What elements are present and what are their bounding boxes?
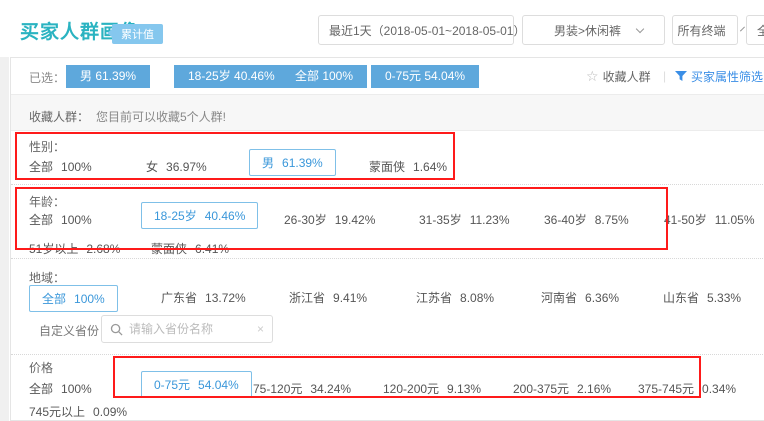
date-range-picker[interactable]: 最近1天（2018-05-01~2018-05-01） 15 <box>318 15 514 45</box>
filter-option-region-shandong[interactable]: 山东省5.33% <box>663 289 741 306</box>
funnel-filter-icon <box>675 70 687 82</box>
clipped-select[interactable]: 全部 <box>746 15 764 45</box>
selected-tag-price[interactable]: 0-75元 54.04% <box>371 65 479 88</box>
filter-option-region-jiangsu[interactable]: 江苏省8.08% <box>416 289 494 306</box>
favorite-row-message: 您目前可以收藏5个人群! <box>96 108 226 125</box>
terminal-select-label: 所有终端 <box>668 22 736 39</box>
filter-option-gender-all[interactable]: 全部100% <box>29 158 92 175</box>
section-divider <box>11 184 764 185</box>
gender-section-label: 性别： <box>29 138 65 155</box>
buyer-attribute-filter-label: 买家属性筛选 <box>691 70 763 84</box>
cumulative-value-badge: 累计值 <box>112 24 163 44</box>
filter-option-age-all[interactable]: 全部100% <box>29 211 92 228</box>
clear-input-icon[interactable]: × <box>257 322 264 336</box>
search-icon <box>110 323 123 336</box>
filter-option-price-120-200[interactable]: 120-200元9.13% <box>383 380 481 397</box>
filter-option-price-200-375[interactable]: 200-375元2.16% <box>513 380 611 397</box>
filter-option-age-18-25-selected[interactable]: 18-25岁40.46% <box>141 202 258 229</box>
selected-tag-gender[interactable]: 男 61.39% <box>66 65 150 88</box>
buyer-portrait-page: 买家人群画像 累计值 最近1天（2018-05-01~2018-05-01） 1… <box>0 0 764 421</box>
section-divider <box>11 354 764 355</box>
region-section-label: 地域： <box>29 269 65 286</box>
filters-panel: 已选： 男 61.39% 18-25岁 40.46% 全部 100% 0-75元… <box>10 57 764 421</box>
clipped-select-label: 全部 <box>747 22 764 39</box>
chevron-down-icon <box>740 27 745 32</box>
favorite-crowd-button[interactable]: ☆ 收藏人群 <box>586 68 651 85</box>
vertical-divider: | <box>663 69 666 83</box>
section-divider <box>11 258 764 259</box>
filter-option-age-51plus[interactable]: 51岁以上2.68% <box>29 240 120 257</box>
filter-option-price-all[interactable]: 全部100% <box>29 380 92 397</box>
selected-tag-region[interactable]: 全部 100% <box>281 65 367 88</box>
star-icon: ☆ <box>586 68 599 84</box>
favorite-crowd-label: 收藏人群 <box>603 70 651 84</box>
category-select-label: 男装>休闲裤 <box>544 22 631 39</box>
filter-option-region-zhejiang[interactable]: 浙江省9.41% <box>289 289 367 306</box>
filter-option-gender-masked[interactable]: 蒙面侠1.64% <box>369 158 447 175</box>
filter-option-age-31-35[interactable]: 31-35岁11.23% <box>419 211 510 228</box>
filter-option-age-41-50[interactable]: 41-50岁11.05% <box>664 211 755 228</box>
terminal-select[interactable]: 所有终端 <box>672 15 738 45</box>
date-range-label: 最近1天（2018-05-01~2018-05-01） <box>319 22 535 39</box>
province-search-box: × <box>101 315 273 343</box>
filter-option-price-75-120[interactable]: 75-120元34.24% <box>253 380 351 397</box>
filter-option-age-36-40[interactable]: 36-40岁8.75% <box>544 211 629 228</box>
age-section-label: 年龄： <box>29 193 65 210</box>
filter-option-gender-male-selected[interactable]: 男61.39% <box>249 149 336 176</box>
filter-option-price-0-75-selected[interactable]: 0-75元54.04% <box>141 371 252 398</box>
filter-option-price-745plus[interactable]: 745元以上0.09% <box>29 403 127 420</box>
filter-option-region-henan[interactable]: 河南省6.36% <box>541 289 619 306</box>
favorite-row: 收藏人群： 您目前可以收藏5个人群! <box>11 94 764 131</box>
selected-tag-age[interactable]: 18-25岁 40.46% <box>174 65 289 88</box>
buyer-attribute-filter-button[interactable]: 买家属性筛选 <box>675 68 763 85</box>
chevron-down-icon <box>636 25 644 33</box>
selected-label: 已选： <box>29 69 65 86</box>
filter-option-age-26-30[interactable]: 26-30岁19.42% <box>284 211 375 228</box>
filter-option-region-guangdong[interactable]: 广东省13.72% <box>161 289 246 306</box>
province-search-input[interactable] <box>129 322 257 336</box>
left-gutter <box>0 57 9 421</box>
filter-option-gender-female[interactable]: 女36.97% <box>146 158 207 175</box>
category-select[interactable]: 男装>休闲裤 <box>522 15 665 45</box>
favorite-row-label: 收藏人群： <box>29 108 89 125</box>
custom-province-label: 自定义省份 <box>39 322 99 339</box>
filter-option-price-375-745[interactable]: 375-745元0.34% <box>638 380 736 397</box>
filter-option-age-masked[interactable]: 蒙面侠6.41% <box>151 240 229 257</box>
filter-option-region-all-selected[interactable]: 全部100% <box>29 285 118 312</box>
price-section-label: 价格 <box>29 359 53 376</box>
